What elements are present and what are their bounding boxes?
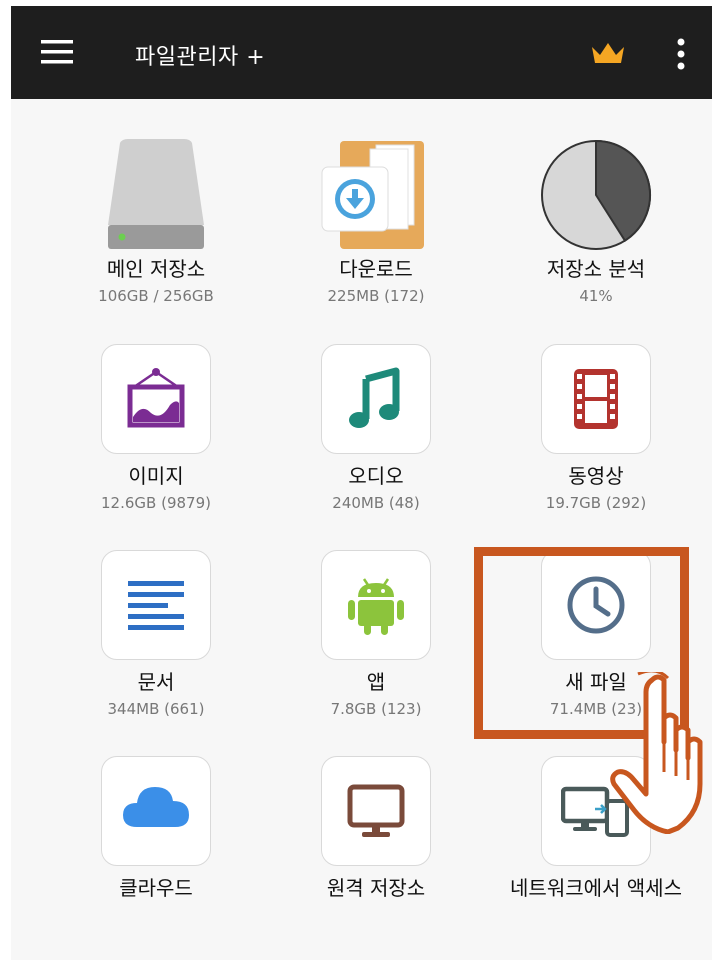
category-grid: 메인 저장소 106GB / 256GB 다운로드 225MB (172) 저장… [11,99,712,960]
crown-icon [592,43,624,63]
tile-label: 이미지 [128,464,184,488]
tile-label: 오디오 [348,464,404,488]
tile-label: 앱 [366,670,386,694]
tile-label: 동영상 [568,464,624,488]
menu-icon [41,40,73,64]
tile-subtitle: 240MB (48) [332,494,420,512]
tile-remote-storage[interactable]: 원격 저장소 [266,756,486,946]
premium-button[interactable] [589,39,627,69]
tile-images[interactable]: 이미지 12.6GB (9879) [46,344,266,534]
devices-icon [561,786,629,837]
cloud-icon [123,787,189,827]
tile-label: 새 파일 [565,670,627,694]
tile-label: 클라우드 [119,876,193,900]
tile-subtitle: 71.4MB (23) [549,700,643,718]
tile-videos[interactable]: 동영상 19.7GB (292) [486,344,706,534]
more-vert-icon [677,38,685,70]
tile-label: 원격 저장소 [326,876,426,900]
storage-pie-icon [541,139,651,250]
tile-downloads[interactable]: 다운로드 225MB (172) [266,137,486,327]
tile-label: 네트워크에서 액세스 [510,876,682,900]
tile-label: 다운로드 [339,257,413,281]
tile-main-storage[interactable]: 메인 저장소 106GB / 256GB [46,137,266,327]
tile-documents[interactable]: 문서 344MB (661) [46,550,266,740]
tile-subtitle: 225MB (172) [327,287,425,305]
more-options-button[interactable] [671,36,691,72]
hard-drive-icon [108,138,204,249]
film-strip-icon [574,369,618,429]
tile-subtitle: 106GB / 256GB [98,287,214,305]
tile-subtitle: 19.7GB (292) [545,494,647,512]
download-folder-icon [321,140,424,249]
app-toolbar: 파일관리자 + [11,6,712,99]
tile-recent-files[interactable]: 새 파일 71.4MB (23) [486,550,706,740]
document-lines-icon [128,581,184,630]
monitor-icon [347,784,405,837]
clock-icon [567,576,625,634]
tile-label: 문서 [137,670,175,694]
music-note-icon [349,367,400,428]
tile-cloud[interactable]: 클라우드 [46,756,266,946]
tile-label: 메인 저장소 [106,257,206,281]
menu-button[interactable] [39,38,75,66]
tile-subtitle: 12.6GB (9879) [101,494,211,512]
tile-apps[interactable]: 앱 7.8GB (123) [266,550,486,740]
android-icon [348,578,404,635]
tile-subtitle: 7.8GB (123) [330,700,422,718]
tile-subtitle: 344MB (661) [107,700,205,718]
tile-storage-analysis[interactable]: 저장소 분석 41% [486,137,706,327]
image-frame-icon [127,368,185,428]
tile-network-access[interactable]: 네트워크에서 액세스 [486,756,706,946]
app-title: 파일관리자 + [135,45,266,70]
tile-subtitle: 41% [579,287,613,305]
tile-audio[interactable]: 오디오 240MB (48) [266,344,486,534]
tile-label: 저장소 분석 [546,257,646,281]
